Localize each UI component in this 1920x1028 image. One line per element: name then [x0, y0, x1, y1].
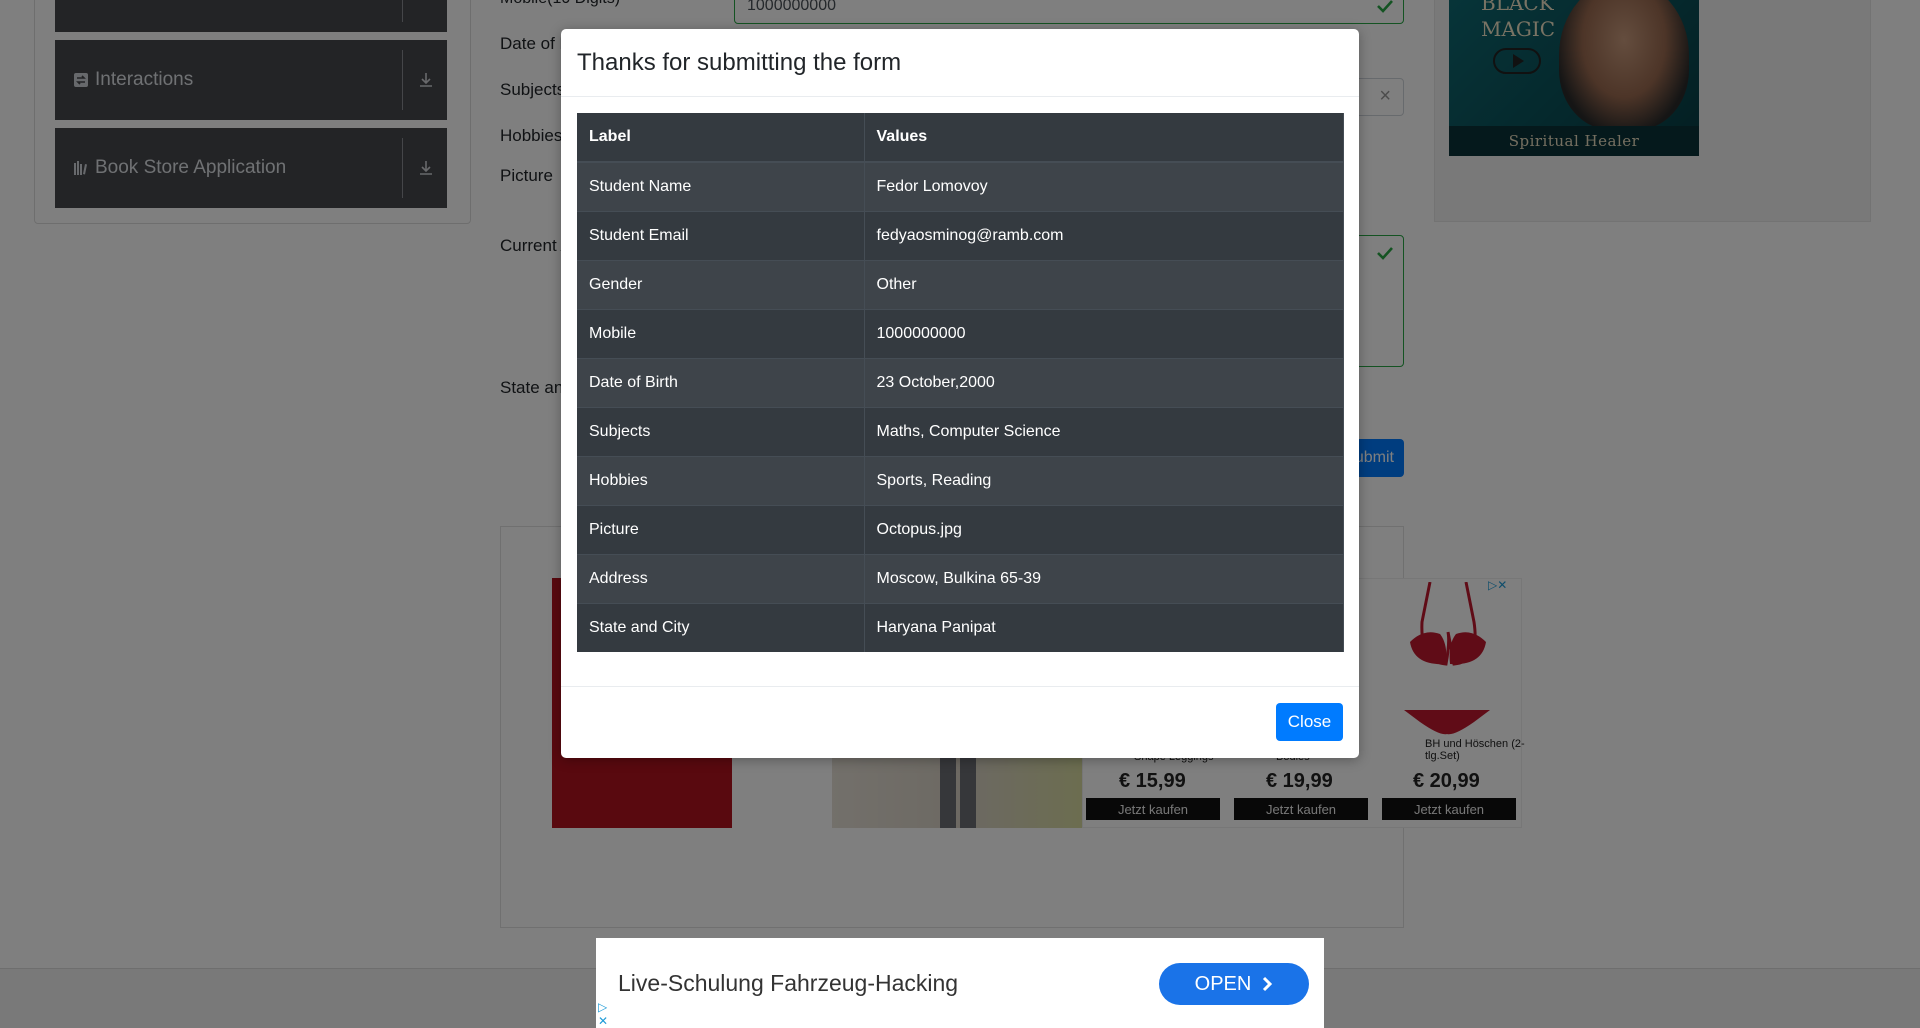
modal-body: Label Values Student Name Fedor Lomovoy S…	[561, 97, 1359, 668]
modal-footer: Close	[561, 686, 1359, 758]
chevron-right-icon	[1263, 976, 1273, 992]
row-value: Octopus.jpg	[864, 504, 1344, 554]
banner-open-label: OPEN	[1194, 972, 1252, 995]
row-value: Fedor Lomovoy	[864, 161, 1344, 211]
row-value: Moscow, Bulkina 65-39	[864, 553, 1344, 603]
row-value: Haryana Panipat	[864, 602, 1344, 652]
results-table: Label Values Student Name Fedor Lomovoy S…	[577, 113, 1344, 652]
table-row: Student Name Fedor Lomovoy	[577, 161, 1344, 211]
row-value: 23 October,2000	[864, 357, 1344, 407]
row-label: Gender	[577, 259, 865, 309]
table-row: State and City Haryana Panipat	[577, 602, 1344, 652]
row-value: fedyaosminog@ramb.com	[864, 210, 1344, 260]
modal-title: Thanks for submitting the form	[577, 48, 902, 76]
row-value: Other	[864, 259, 1344, 309]
row-label: Subjects	[577, 406, 865, 456]
table-row: Date of Birth 23 October,2000	[577, 357, 1344, 407]
row-label: State and City	[577, 602, 865, 652]
table-row: Student Email fedyaosminog@ramb.com	[577, 210, 1344, 260]
table-row: Hobbies Sports, Reading	[577, 455, 1344, 505]
close-button[interactable]: Close	[1276, 703, 1343, 741]
modal-header: Thanks for submitting the form	[561, 29, 1359, 97]
row-label: Student Email	[577, 210, 865, 260]
row-label: Date of Birth	[577, 357, 865, 407]
table-row: Gender Other	[577, 259, 1344, 309]
banner-open-button[interactable]: OPEN	[1159, 963, 1309, 1005]
row-label: Address	[577, 553, 865, 603]
submission-modal: Thanks for submitting the form Label Val…	[561, 29, 1359, 758]
row-label: Hobbies	[577, 455, 865, 505]
bottom-banner-ad[interactable]: Live-Schulung Fahrzeug-Hacking OPEN ▷ ✕	[596, 938, 1324, 1028]
table-row: Mobile 1000000000	[577, 308, 1344, 358]
row-label: Picture	[577, 504, 865, 554]
table-row: Address Moscow, Bulkina 65-39	[577, 553, 1344, 603]
column-header-label: Label	[577, 113, 865, 163]
row-value: Sports, Reading	[864, 455, 1344, 505]
row-label: Student Name	[577, 161, 865, 211]
adchoices-icon[interactable]: ▷✕	[598, 1000, 612, 1028]
banner-title: Live-Schulung Fahrzeug-Hacking	[618, 969, 959, 996]
table-header-row: Label Values	[577, 113, 1344, 163]
column-header-values: Values	[864, 113, 1344, 163]
row-value: Maths, Computer Science	[864, 406, 1344, 456]
table-row: Picture Octopus.jpg	[577, 504, 1344, 554]
row-value: 1000000000	[864, 308, 1344, 358]
table-row: Subjects Maths, Computer Science	[577, 406, 1344, 456]
row-label: Mobile	[577, 308, 865, 358]
